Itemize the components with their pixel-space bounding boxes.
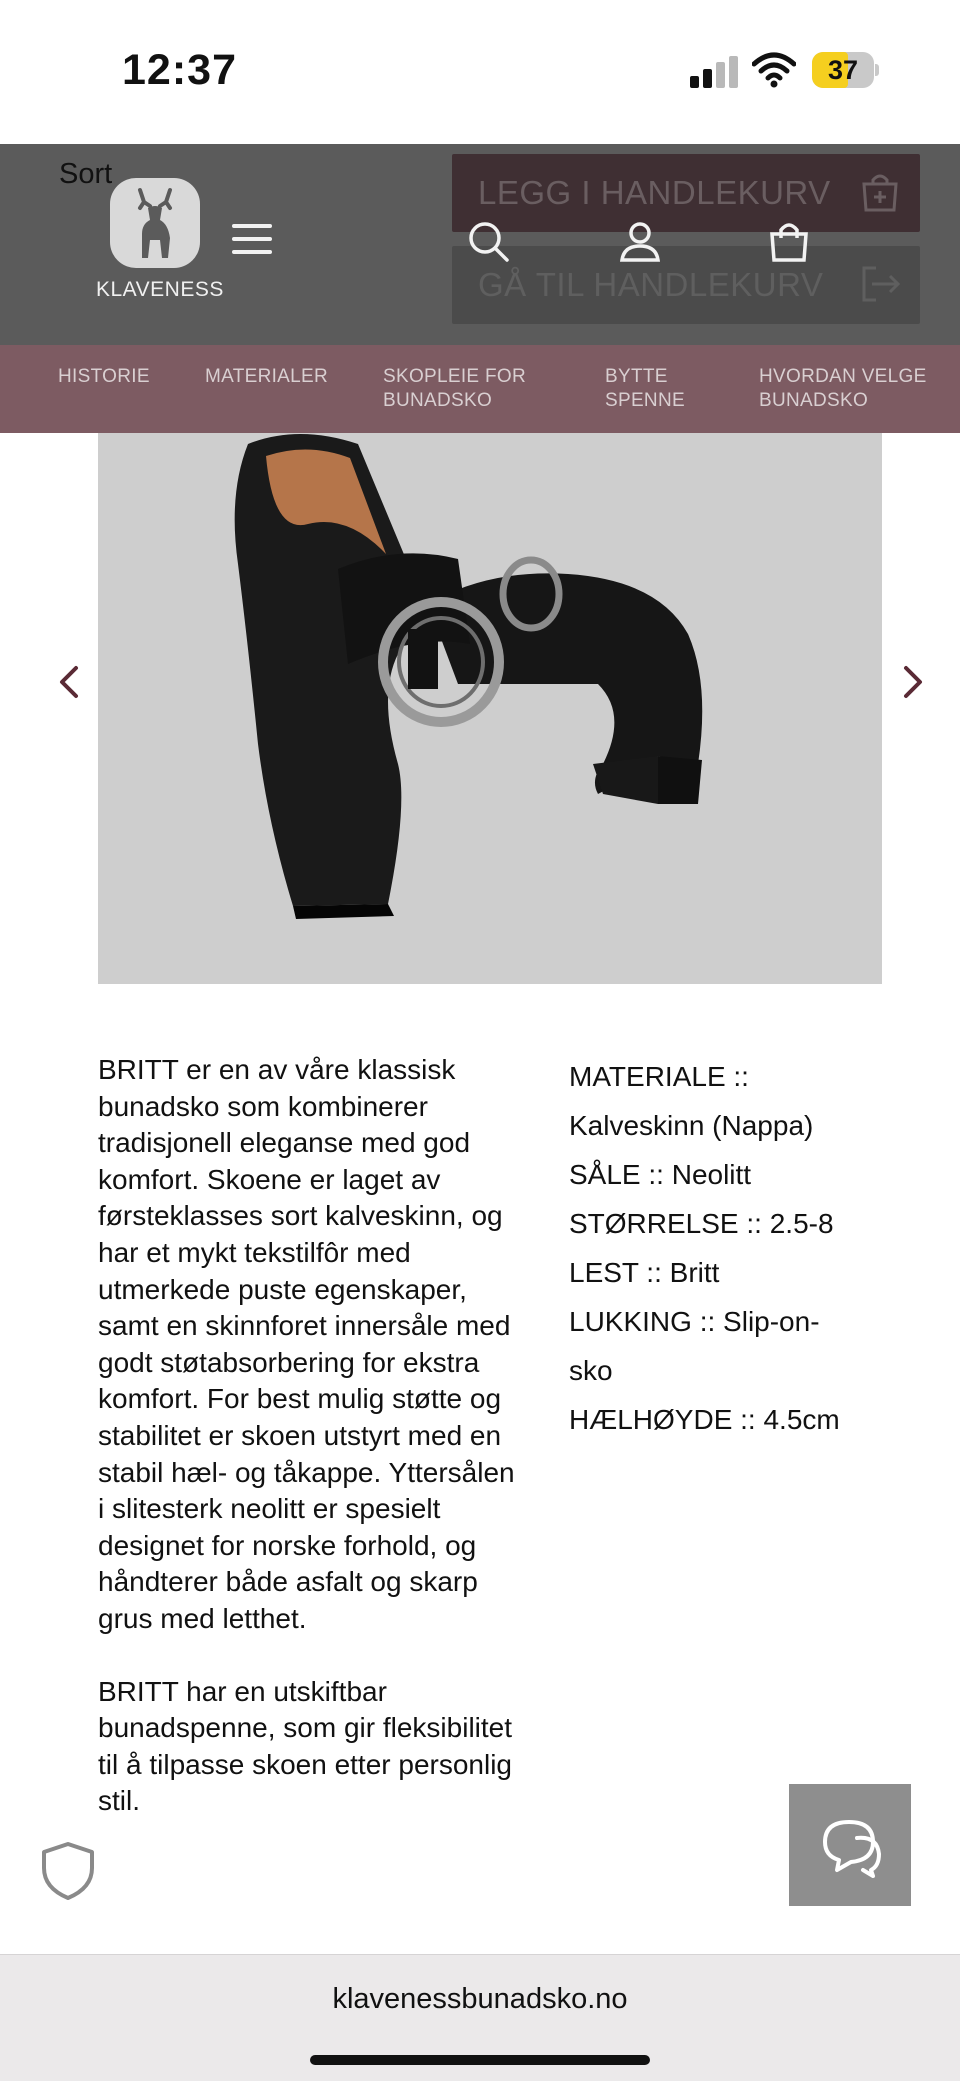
shield-icon[interactable] bbox=[38, 1840, 98, 1900]
category-nav: HISTORIE MATERIALER SKOPLEIE FOR BUNADSK… bbox=[0, 345, 960, 433]
shopping-bag-icon[interactable] bbox=[767, 220, 811, 264]
spec-line: MATERIALE :: bbox=[569, 1061, 749, 1092]
description-paragraph: BRITT er en av våre klassisk bunadsko so… bbox=[98, 1054, 515, 1634]
wifi-icon bbox=[752, 52, 796, 88]
brand-name: KLAVENESS bbox=[96, 278, 224, 301]
spec-line: LUKKING :: Slip-on- bbox=[569, 1306, 820, 1337]
status-bar: 12:37 37 bbox=[0, 0, 960, 144]
status-time: 12:37 bbox=[122, 46, 237, 94]
site-header: LEGG I HANDLEKURV GÅ TIL HANDLEKURV Sort… bbox=[0, 144, 960, 345]
product-specs: MATERIALE :: Kalveskinn (Nappa) SÅLE :: … bbox=[569, 1052, 869, 1444]
chat-button[interactable] bbox=[789, 1784, 911, 1906]
spec-line: sko bbox=[569, 1355, 613, 1386]
logout-arrow-icon bbox=[862, 266, 901, 302]
deer-logo-icon bbox=[110, 178, 200, 268]
shoe-illustration bbox=[234, 434, 703, 919]
browser-url-bar[interactable]: klavenessbunadsko.no bbox=[0, 1954, 960, 2081]
product-description: BRITT er en av våre klassisk bunadsko so… bbox=[98, 1052, 518, 1820]
search-icon[interactable] bbox=[467, 220, 511, 264]
spec-line: STØRRELSE :: 2.5-8 bbox=[569, 1208, 834, 1239]
nav-item-skopleie[interactable]: SKOPLEIE FOR BUNADSKO bbox=[383, 365, 533, 413]
add-to-cart-button[interactable]: LEGG I HANDLEKURV bbox=[452, 154, 920, 232]
battery-level: 37 bbox=[827, 55, 859, 85]
menu-icon[interactable] bbox=[232, 224, 272, 254]
chat-bubbles-icon bbox=[823, 1820, 881, 1878]
battery-indicator: 37 bbox=[812, 52, 879, 88]
url-text[interactable]: klavenessbunadsko.no bbox=[0, 1983, 960, 2016]
nav-item-hvordan-velge[interactable]: HVORDAN VELGE BUNADSKO bbox=[759, 365, 949, 413]
cellular-signal-icon bbox=[690, 56, 738, 88]
spec-line: Kalveskinn (Nappa) bbox=[569, 1110, 814, 1141]
cart-add-icon bbox=[862, 174, 898, 212]
spec-line: SÅLE :: Neolitt bbox=[569, 1159, 752, 1190]
spec-line: HÆLHØYDE :: 4.5cm bbox=[569, 1404, 840, 1435]
product-image[interactable] bbox=[98, 384, 882, 984]
nav-item-bytte-spenne[interactable]: BYTTE SPENNE bbox=[605, 365, 705, 413]
home-indicator[interactable] bbox=[310, 2055, 650, 2065]
nav-item-historie[interactable]: HISTORIE bbox=[58, 365, 158, 389]
chevron-right-icon[interactable] bbox=[898, 662, 928, 702]
spec-line: LEST :: Britt bbox=[569, 1257, 720, 1288]
chevron-left-icon[interactable] bbox=[54, 662, 84, 702]
go-to-cart-button[interactable]: GÅ TIL HANDLEKURV bbox=[452, 246, 920, 324]
description-paragraph: BRITT har en utskiftbar bunadspenne, som… bbox=[98, 1675, 513, 1817]
user-icon[interactable] bbox=[618, 220, 662, 264]
nav-item-materialer[interactable]: MATERIALER bbox=[205, 365, 345, 389]
brand-logo[interactable]: KLAVENESS bbox=[96, 178, 224, 318]
